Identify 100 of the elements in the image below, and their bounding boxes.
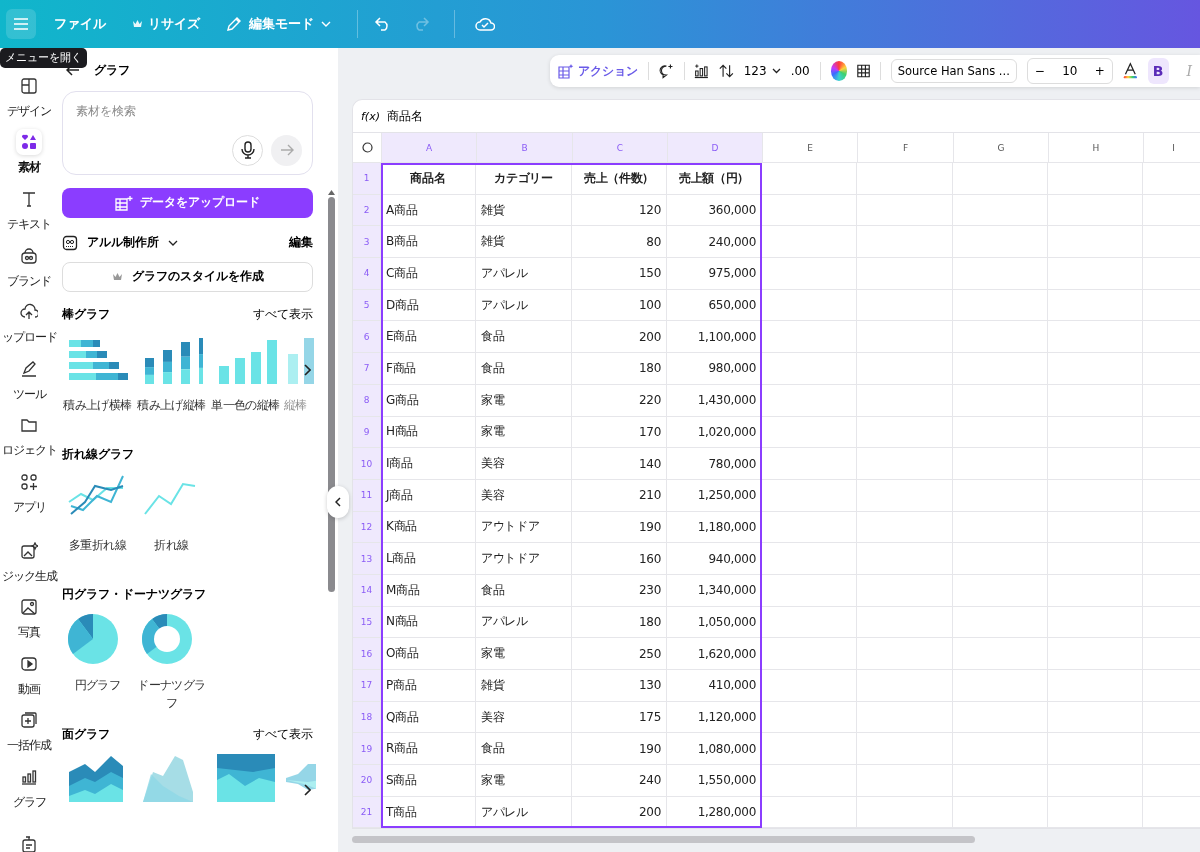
row-number[interactable]: 15 <box>353 606 381 638</box>
add-comment-icon[interactable] <box>658 62 674 80</box>
chart-template[interactable]: 円グラフ <box>62 612 133 712</box>
crown-icon <box>111 271 123 282</box>
table-cell: アウトドア <box>476 511 572 543</box>
sidebar-item[interactable]: テキスト <box>0 181 58 238</box>
chart-template[interactable]: 単一色の縦棒 <box>210 332 281 432</box>
chart-template[interactable]: 積み上げ横棒 <box>62 332 133 432</box>
upload-data-button[interactable]: データをアップロード <box>62 187 313 218</box>
table-cell: D商品 <box>381 289 476 321</box>
row-number[interactable]: 13 <box>353 543 381 574</box>
row-number[interactable]: 3 <box>353 226 381 258</box>
decrease-size-button[interactable]: − <box>1027 64 1052 78</box>
bold-button[interactable]: B <box>1147 58 1169 84</box>
table-cell: F商品 <box>381 353 476 384</box>
table-cell: 410,000 <box>667 670 762 701</box>
sidebar-item[interactable]: 写真 <box>0 589 58 646</box>
row-number[interactable]: 14 <box>353 574 381 606</box>
sidebar-item[interactable]: ップロード <box>0 294 58 351</box>
font-size-field[interactable]: 10 <box>1051 64 1088 78</box>
create-chart-style-button[interactable]: グラフのスタイルを作成 <box>62 261 313 292</box>
see-all-link[interactable]: すべて表示 <box>253 726 313 744</box>
column-header[interactable]: A <box>382 133 477 162</box>
table-cell: 250 <box>572 638 667 669</box>
font-dropdown[interactable]: Source Han Sans ... <box>890 59 1017 83</box>
table-plus-icon <box>115 194 133 211</box>
row-number[interactable]: 7 <box>353 353 381 384</box>
row-number[interactable]: 6 <box>353 321 381 353</box>
table-cell: I商品 <box>381 448 476 479</box>
sidebar-item[interactable]: 素材 <box>0 124 58 182</box>
row-number[interactable]: 12 <box>353 511 381 543</box>
sort-icon[interactable] <box>719 63 734 79</box>
number-format-dropdown[interactable]: 123 <box>743 64 781 78</box>
table-cell: R商品 <box>381 733 476 765</box>
column-header[interactable]: I <box>1144 133 1200 162</box>
column-header[interactable]: C <box>573 133 668 162</box>
column-header[interactable]: B <box>477 133 573 162</box>
row-number[interactable]: 9 <box>353 416 381 448</box>
row-number[interactable]: 16 <box>353 638 381 669</box>
edit-link[interactable]: 編集 <box>289 234 313 252</box>
table-grid-icon[interactable] <box>856 63 870 79</box>
color-wheel-icon[interactable] <box>830 61 847 81</box>
scrollbar[interactable] <box>328 197 335 592</box>
sidebar-item[interactable]: ブランド <box>0 237 58 295</box>
row-number[interactable]: 5 <box>353 289 381 321</box>
cloud-upload-icon <box>20 303 38 322</box>
brand-dropdown[interactable]: アルル制作所 <box>62 234 178 252</box>
formula-field[interactable]: 商品名 <box>386 108 423 124</box>
chart-template[interactable]: 多重折れ線 <box>62 472 133 572</box>
chart-template[interactable]: 積み上げ縦棒 <box>136 332 207 432</box>
scroll-up-icon[interactable] <box>328 190 335 195</box>
chart-icon[interactable] <box>694 62 710 80</box>
sidebar-item[interactable]: 一括作成 <box>0 702 58 760</box>
row-number[interactable]: 19 <box>353 733 381 765</box>
increase-size-button[interactable]: + <box>1087 64 1112 78</box>
search-field[interactable]: 素材を検索 <box>76 104 302 118</box>
row-number[interactable]: 8 <box>353 384 381 416</box>
action-button[interactable]: アクション <box>558 62 638 80</box>
menu-icon <box>13 17 29 31</box>
column-header[interactable]: H <box>1049 133 1144 162</box>
table-cell: 200 <box>572 796 667 828</box>
collapse-panel-button[interactable] <box>327 486 349 518</box>
sidebar-item[interactable]: ジック生成 <box>0 532 58 590</box>
chart-template[interactable]: 折れ線 <box>136 472 207 572</box>
caret-icon <box>168 239 178 246</box>
chart-template[interactable]: ドーナツグラフ <box>136 612 207 712</box>
row-number[interactable]: 17 <box>353 670 381 701</box>
select-all-icon[interactable] <box>361 142 373 153</box>
table-sparkle-icon <box>558 63 574 79</box>
row-number[interactable]: 10 <box>353 448 381 479</box>
column-header[interactable]: G <box>954 133 1049 162</box>
row-number[interactable]: 1 <box>353 163 381 194</box>
formula-label: f(x) <box>361 109 380 123</box>
see-all-link[interactable]: すべて表示 <box>253 306 313 324</box>
table-cell: 家電 <box>476 416 572 448</box>
text-color-icon[interactable] <box>1122 61 1138 81</box>
horizontal-scrollbar[interactable] <box>352 835 975 843</box>
microphone-button[interactable] <box>232 134 263 166</box>
sidebar-item[interactable]: 動画 <box>0 645 58 703</box>
table-cell: 1,100,000 <box>667 321 762 353</box>
column-header[interactable]: F <box>858 133 954 162</box>
sidebar-item[interactable]: アプリ <box>0 464 58 521</box>
row-number[interactable]: 4 <box>353 258 381 289</box>
row-number[interactable]: 2 <box>353 194 381 226</box>
row-number[interactable]: 20 <box>353 765 381 796</box>
table-cell: 980,000 <box>667 353 762 384</box>
sidebar-item[interactable]: デザイン <box>0 68 58 125</box>
cloud-check-icon[interactable] <box>475 16 495 32</box>
sidebar-item[interactable]: ツール <box>0 350 58 408</box>
decimal-button[interactable]: .00 <box>790 64 810 78</box>
table-cell: 360,000 <box>667 194 762 226</box>
sidebar-item[interactable]: ロジェクト <box>0 407 58 465</box>
sidebar-item[interactable]: グラフ <box>0 759 58 816</box>
column-header[interactable]: D <box>668 133 763 162</box>
row-number[interactable]: 21 <box>353 796 381 828</box>
table-cell: 食品 <box>476 574 572 606</box>
row-number[interactable]: 18 <box>353 701 381 733</box>
column-header[interactable]: E <box>763 133 858 162</box>
row-number[interactable]: 11 <box>353 479 381 511</box>
table-cell: 180 <box>572 353 667 384</box>
